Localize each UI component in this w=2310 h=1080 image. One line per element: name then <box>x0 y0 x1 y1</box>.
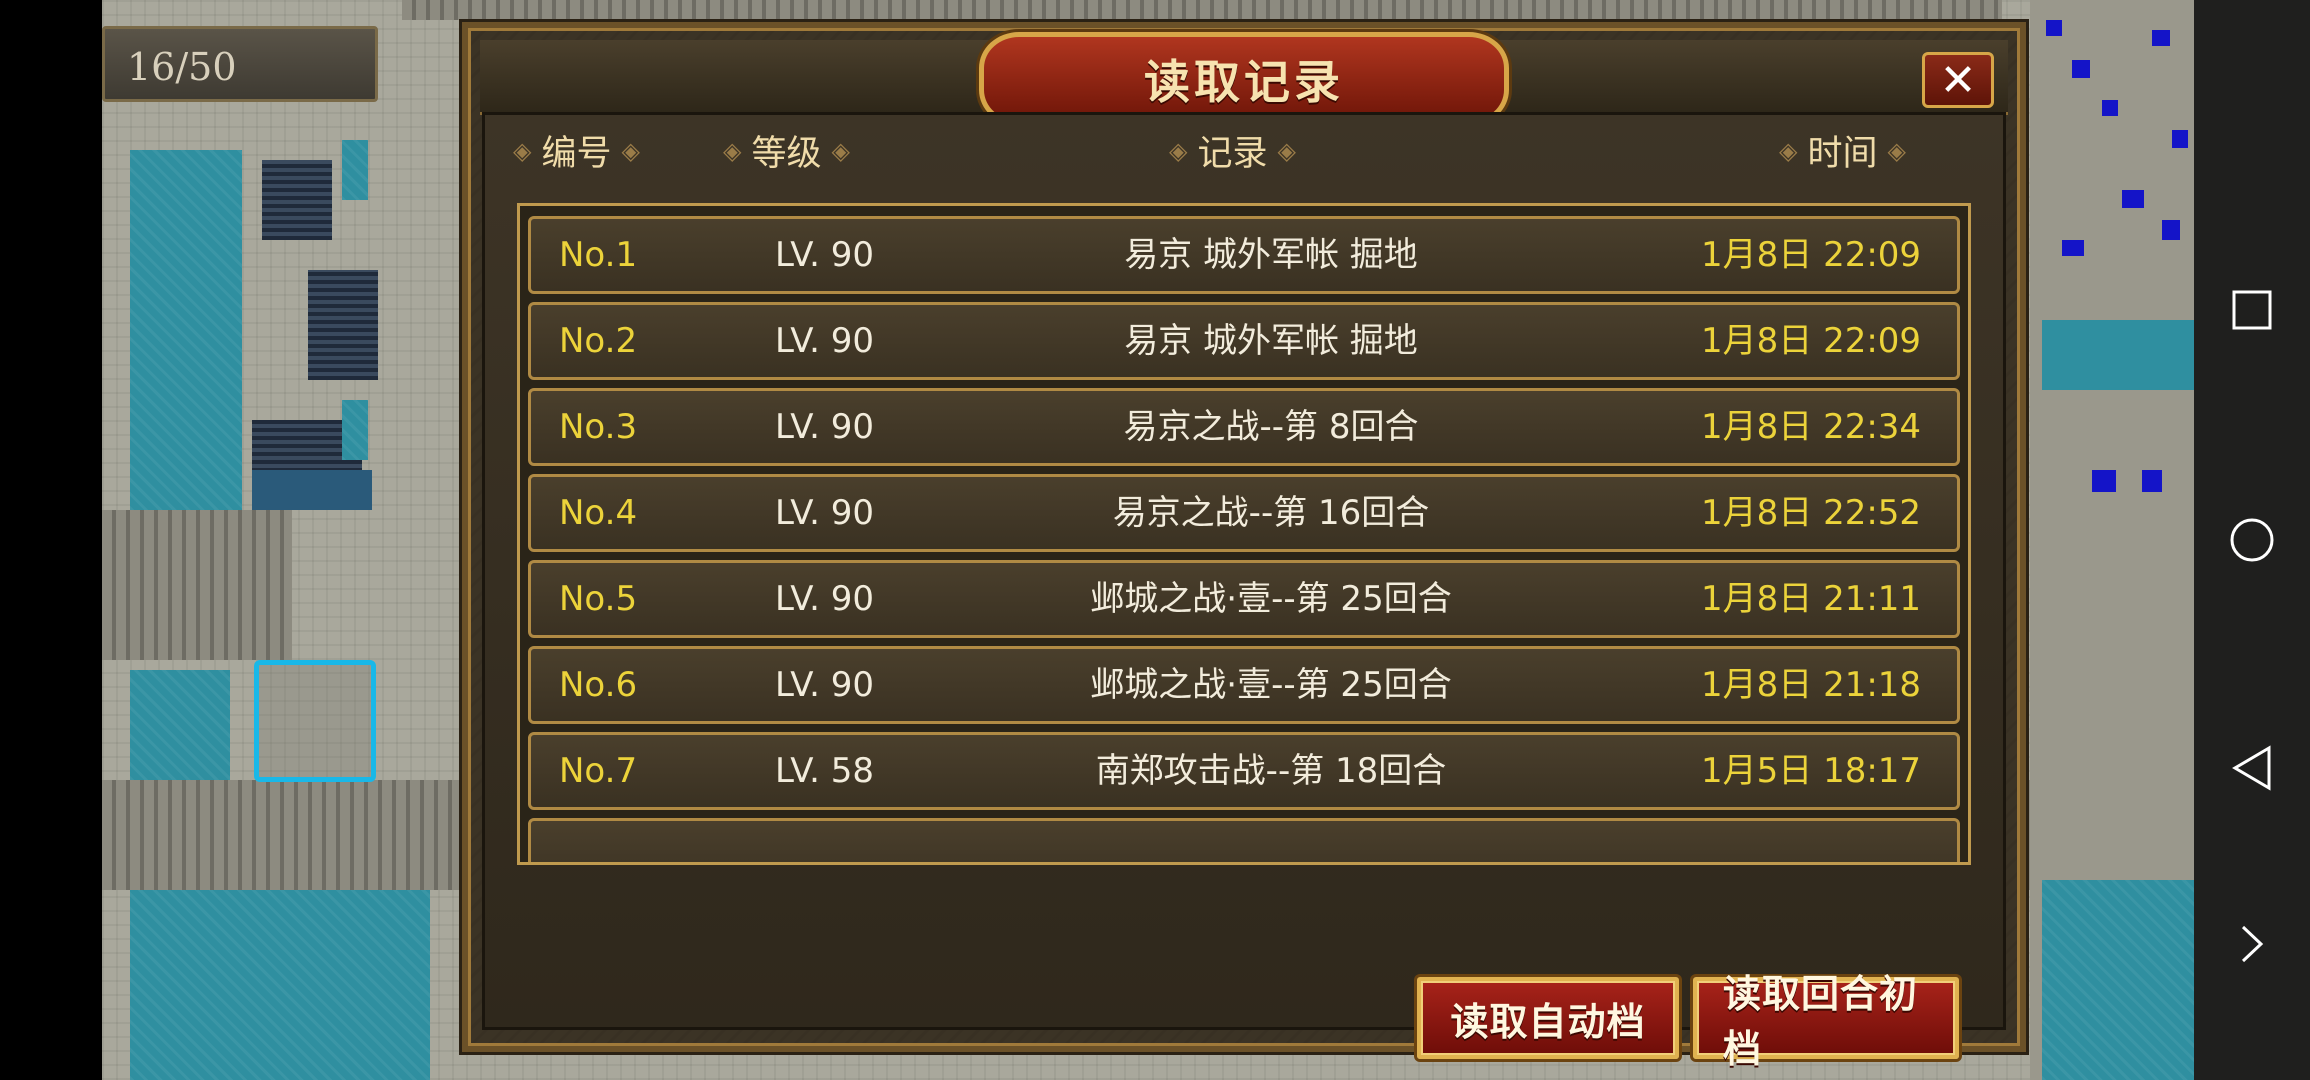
header-level-label: 等级 <box>751 134 822 174</box>
record-level: LV. 90 <box>775 665 874 705</box>
square-icon[interactable] <box>2228 286 2276 334</box>
close-button[interactable]: ✕ <box>1922 52 1994 108</box>
record-time: 1月8日 22:34 <box>1701 407 1922 447</box>
record-row[interactable]: No.3 LV. 90 易京之战--第 8回合 1月8日 22:34 <box>528 388 1960 466</box>
unit-counter: 16/50 <box>102 26 378 102</box>
header-ornament-icon: ◈ <box>1887 136 1906 165</box>
record-row-partial[interactable] <box>528 818 1960 862</box>
record-row[interactable]: No.1 LV. 90 易京 城外军帐 掘地 1月8日 22:09 <box>528 216 1960 294</box>
city-wall <box>402 0 2002 20</box>
record-row[interactable]: No.5 LV. 90 邺城之战·壹--第 25回合 1月8日 21:11 <box>528 560 1960 638</box>
moat-water <box>130 670 230 780</box>
record-time: 1月8日 22:09 <box>1701 321 1922 361</box>
header-record: ◈ 记录 ◈ <box>1169 125 1296 176</box>
record-level: LV. 90 <box>775 321 874 361</box>
load-turn-start-button[interactable]: 读取回合初档 <box>1693 972 1959 1071</box>
record-level: LV. 90 <box>775 493 874 533</box>
header-ornament-icon: ◈ <box>723 136 742 165</box>
enemy-unit <box>2142 470 2162 492</box>
header-no: ◈ 编号 ◈ <box>513 125 640 176</box>
record-number: No.4 <box>559 493 638 533</box>
record-time: 1月8日 21:18 <box>1701 665 1922 705</box>
header-ornament-icon: ◈ <box>1779 136 1798 165</box>
dialog-content: ◈ 编号 ◈ ◈ 等级 ◈ ◈ 记录 ◈ ◈ 时间 ◈ No.1 LV. 90 … <box>482 112 2006 1071</box>
record-row[interactable]: No.7 LV. 58 南郑攻击战--第 18回合 1月5日 18:17 <box>528 732 1960 810</box>
enemy-unit <box>2122 190 2144 208</box>
record-row[interactable]: No.4 LV. 90 易京之战--第 16回合 1月8日 22:52 <box>528 474 1960 552</box>
building-roof <box>262 160 332 240</box>
chevron-right-icon[interactable] <box>2228 920 2276 968</box>
enemy-unit <box>2092 470 2116 492</box>
header-ornament-icon: ◈ <box>513 136 532 165</box>
record-time: 1月8日 22:09 <box>1701 235 1922 275</box>
moat-water <box>2042 320 2194 390</box>
enemy-unit <box>2072 60 2090 78</box>
header-time: ◈ 时间 ◈ <box>1779 125 1906 176</box>
record-level: LV. 90 <box>775 579 874 619</box>
header-no-label: 编号 <box>541 134 612 174</box>
record-number: No.7 <box>559 751 638 791</box>
dialog-actions: 读取自动档 读取回合初档 <box>1417 972 1959 1071</box>
record-number: No.5 <box>559 579 638 619</box>
record-description: 易京 城外军帐 掘地 <box>1124 235 1418 275</box>
record-description: 易京之战--第 16回合 <box>1112 493 1430 533</box>
system-nav-bar <box>2194 0 2310 1080</box>
record-level: LV. 90 <box>775 407 874 447</box>
header-ornament-icon: ◈ <box>1169 136 1188 165</box>
record-row[interactable]: No.2 LV. 90 易京 城外军帐 掘地 1月8日 22:09 <box>528 302 1960 380</box>
triangle-back-icon[interactable] <box>2228 744 2276 792</box>
record-description: 易京之战--第 8回合 <box>1123 407 1419 447</box>
load-auto-save-button[interactable]: 读取自动档 <box>1417 977 1679 1059</box>
header-ornament-icon: ◈ <box>1277 136 1296 165</box>
record-level: LV. 58 <box>775 751 874 791</box>
moat-water <box>2042 880 2194 1080</box>
record-description: 邺城之战·壹--第 25回合 <box>1090 579 1452 619</box>
record-number: No.3 <box>559 407 638 447</box>
tower-blue <box>342 400 368 460</box>
building-roof <box>308 270 378 380</box>
record-description: 易京 城外军帐 掘地 <box>1124 321 1418 361</box>
header-ornament-icon: ◈ <box>621 136 640 165</box>
record-number: No.6 <box>559 665 638 705</box>
record-description: 邺城之战·壹--第 25回合 <box>1090 665 1452 705</box>
record-list[interactable]: No.1 LV. 90 易京 城外军帐 掘地 1月8日 22:09 No.2 L… <box>517 203 1971 865</box>
tile-selection-cursor[interactable] <box>254 660 376 782</box>
record-row[interactable]: No.6 LV. 90 邺城之战·壹--第 25回合 1月8日 21:18 <box>528 646 1960 724</box>
moat-water <box>130 890 430 1080</box>
record-level: LV. 90 <box>775 235 874 275</box>
header-record-label: 记录 <box>1197 134 1268 174</box>
header-level: ◈ 等级 ◈ <box>723 125 850 176</box>
record-number: No.1 <box>559 235 638 275</box>
record-time: 1月8日 22:52 <box>1701 493 1922 533</box>
record-time: 1月5日 18:17 <box>1701 751 1922 791</box>
enemy-unit <box>2172 130 2188 148</box>
enemy-unit <box>2046 20 2062 36</box>
record-description: 南郑攻击战--第 18回合 <box>1095 751 1447 791</box>
enemy-unit <box>2102 100 2118 116</box>
enemy-unit <box>2152 30 2170 46</box>
table-header: ◈ 编号 ◈ ◈ 等级 ◈ ◈ 记录 ◈ ◈ 时间 ◈ <box>485 117 2003 177</box>
dialog-title: 读取记录 <box>1144 55 1344 109</box>
header-ornament-icon: ◈ <box>831 136 850 165</box>
stone-gate <box>102 510 292 660</box>
enemy-unit <box>2162 220 2180 240</box>
circle-icon[interactable] <box>2228 516 2276 564</box>
record-number: No.2 <box>559 321 638 361</box>
dialog-title-bar: 读取记录 ✕ <box>480 32 2008 126</box>
moat-water <box>130 150 242 510</box>
tower-blue <box>342 140 368 200</box>
header-time-label: 时间 <box>1807 134 1878 174</box>
building-roof <box>252 470 372 510</box>
load-record-dialog: 读取记录 ✕ ◈ 编号 ◈ ◈ 等级 ◈ ◈ 记录 ◈ ◈ 时间 ◈ No.1 … <box>462 22 2026 1071</box>
record-time: 1月8日 21:11 <box>1701 579 1922 619</box>
enemy-unit <box>2062 240 2084 256</box>
